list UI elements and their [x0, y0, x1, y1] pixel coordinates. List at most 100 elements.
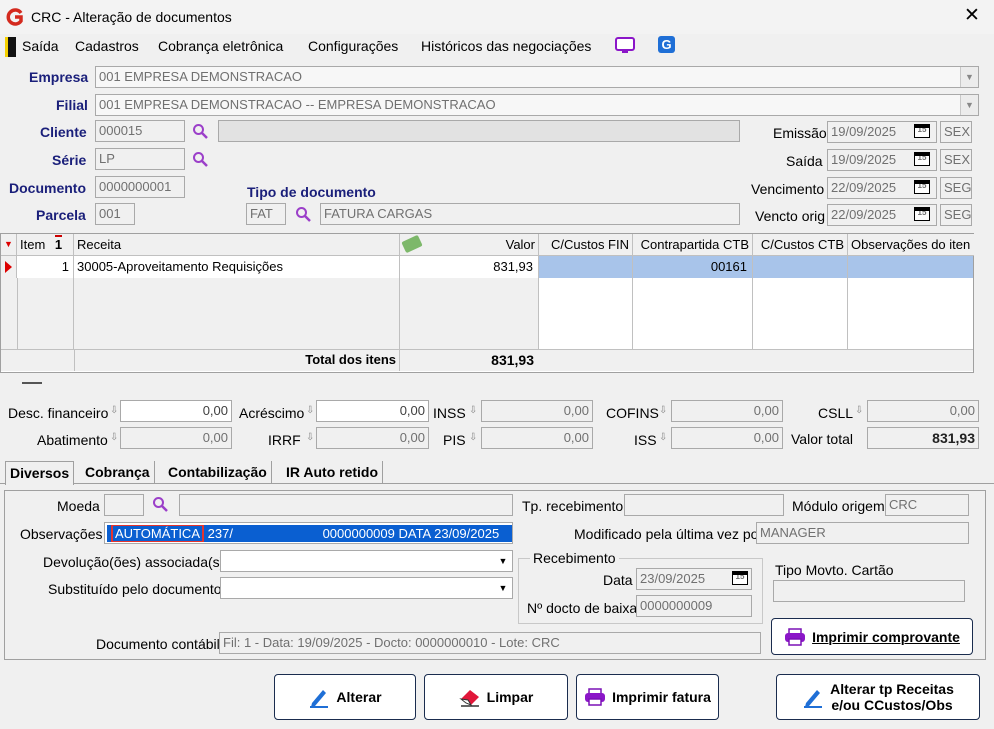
pis-field[interactable]: 0,00: [481, 427, 593, 449]
observacoes-field[interactable]: AUTOMÁTICA 237/ 0000000009 DATA 23/09/20…: [104, 522, 513, 544]
chevron-down-icon[interactable]: ▼: [960, 67, 978, 87]
limpar-button[interactable]: Limpar: [424, 674, 568, 720]
tipo-desc-field[interactable]: FATURA CARGAS: [320, 203, 740, 225]
acrescimo-field[interactable]: 0,00: [316, 400, 429, 422]
tab-contabilizacao[interactable]: Contabilização: [164, 461, 272, 483]
total-items-label: Total dos itens: [305, 352, 396, 367]
info-down-icon: ⇩: [469, 405, 478, 416]
tipo-cartao-field[interactable]: [773, 580, 965, 602]
tab-ir-auto-retido[interactable]: IR Auto retido: [282, 461, 384, 483]
g-app-icon[interactable]: G: [658, 36, 675, 53]
moeda-desc-field[interactable]: [179, 494, 513, 516]
search-icon[interactable]: [192, 151, 208, 167]
empresa-select[interactable]: 001 EMPRESA DEMONSTRACAO ▼: [95, 66, 979, 88]
col-receita-header[interactable]: Receita: [74, 234, 400, 256]
alterar-tp-receitas-button[interactable]: Alterar tp Receitas e/ou CCustos/Obs: [776, 674, 980, 720]
info-down-icon: ⇩: [659, 405, 668, 416]
grid-empty-area: [1, 278, 539, 349]
iss-field[interactable]: 0,00: [671, 427, 783, 449]
calendar-icon[interactable]: 15: [732, 571, 748, 585]
menu-cadastros[interactable]: Cadastros: [75, 38, 139, 54]
col-obs-header[interactable]: Observações do iten: [848, 234, 974, 256]
search-icon[interactable]: [192, 123, 208, 139]
tab-diversos[interactable]: Diversos: [5, 461, 75, 485]
vencimento-date-field[interactable]: 22/09/2025 15: [827, 177, 937, 199]
table-row[interactable]: 1 30005-Aproveitamento Requisições 831,9…: [1, 256, 973, 278]
calendar-icon[interactable]: 15: [914, 180, 930, 194]
close-icon[interactable]: ✕: [964, 6, 980, 26]
monitor-icon[interactable]: [615, 37, 635, 54]
calendar-icon[interactable]: 15: [914, 152, 930, 166]
moeda-label: Moeda: [57, 498, 100, 514]
filial-select[interactable]: 001 EMPRESA DEMONSTRACAO -- EMPRESA DEMO…: [95, 94, 979, 116]
calendar-icon[interactable]: 15: [914, 207, 930, 221]
tab-cobranca[interactable]: Cobrança: [81, 461, 155, 483]
window-title: CRC - Alteração de documentos: [31, 9, 232, 25]
chevron-down-icon[interactable]: ▼: [494, 551, 512, 571]
modulo-origem-label: Módulo origem: [792, 498, 885, 514]
search-icon[interactable]: [295, 206, 311, 222]
col-cc-ctb-header[interactable]: C/Custos CTB: [753, 234, 848, 256]
documento-field[interactable]: 0000000001: [95, 176, 185, 198]
tipo-code-field[interactable]: FAT: [246, 203, 286, 225]
substituido-select[interactable]: ▼: [220, 577, 513, 599]
tp-recebimento-field[interactable]: [624, 494, 784, 516]
docto-baixa-field: 0000000009: [636, 595, 752, 617]
menu-saida[interactable]: Saída: [22, 38, 59, 54]
parcela-field[interactable]: 001: [95, 203, 135, 225]
empresa-label: Empresa: [29, 69, 89, 85]
moeda-field[interactable]: [104, 494, 144, 516]
alterar-button[interactable]: Alterar: [274, 674, 416, 720]
cofins-field[interactable]: 0,00: [671, 400, 783, 422]
inss-field[interactable]: 0,00: [481, 400, 593, 422]
col-valor-header[interactable]: Valor: [400, 234, 539, 256]
csll-field[interactable]: 0,00: [867, 400, 979, 422]
vencto-orig-date-field[interactable]: 22/09/2025 15: [827, 204, 937, 226]
serie-field[interactable]: LP: [95, 148, 185, 170]
recebimento-label: Recebimento: [530, 550, 619, 566]
scroll-thumb[interactable]: [22, 382, 42, 384]
tab-strip-line: [0, 483, 994, 484]
desc-financeiro-field[interactable]: 0,00: [120, 400, 232, 422]
grid-line: [752, 278, 753, 349]
inss-label: INSS: [433, 405, 466, 421]
chevron-down-icon[interactable]: ▼: [494, 578, 512, 598]
irrf-field[interactable]: 0,00: [316, 427, 429, 449]
imprimir-fatura-button[interactable]: Imprimir fatura: [576, 674, 719, 720]
menu-historicos[interactable]: Históricos das negociações: [421, 38, 591, 54]
cliente-name-field[interactable]: [218, 120, 740, 142]
observacoes-text-1: 237/: [207, 526, 233, 541]
modulo-origem-field: CRC: [885, 494, 969, 516]
devolucao-select[interactable]: ▼: [220, 550, 513, 572]
col-item-header[interactable]: Item 1: [17, 234, 74, 256]
imprimir-comprovante-button[interactable]: Imprimir comprovante: [771, 618, 973, 655]
calendar-icon[interactable]: 15: [914, 124, 930, 138]
saida-date-field[interactable]: 19/09/2025 15: [827, 149, 937, 171]
grid-scrollbar[interactable]: [974, 233, 994, 373]
abatimento-field[interactable]: 0,00: [120, 427, 232, 449]
cell-item: 1: [17, 256, 74, 278]
modificado-field: MANAGER: [756, 522, 969, 544]
col-cc-fin-header[interactable]: C/Custos FIN: [539, 234, 633, 256]
pencil-icon: [804, 690, 823, 708]
valor-total-label: Valor total: [791, 431, 853, 447]
search-icon[interactable]: [152, 496, 168, 512]
observacoes-selection: AUTOMÁTICA 237/ 0000000009 DATA 23/09/20…: [107, 525, 512, 542]
emissao-date-field[interactable]: 19/09/2025 15: [827, 121, 937, 143]
grid-line: [399, 278, 400, 349]
vencimento-label: Vencimento: [751, 181, 825, 197]
grid-h-scrollbar[interactable]: [0, 373, 994, 393]
col-contrapartida-header[interactable]: Contrapartida CTB: [633, 234, 753, 256]
menu-configuracoes[interactable]: Configurações: [308, 38, 398, 54]
data-receb-field[interactable]: 23/09/2025 15: [636, 568, 752, 590]
imprimir-fatura-label: Imprimir fatura: [612, 689, 711, 705]
title-bar: CRC - Alteração de documentos ✕: [0, 0, 994, 34]
money-icon: [401, 234, 423, 254]
saida-day: SEX: [940, 149, 972, 171]
items-grid[interactable]: ▼ Item 1 Receita Valor C/Custos FIN Cont…: [0, 233, 974, 373]
emissao-day: SEX: [940, 121, 972, 143]
menu-cobranca-eletronica[interactable]: Cobrança eletrônica: [158, 38, 283, 54]
chevron-down-icon[interactable]: ▼: [960, 95, 978, 115]
cliente-code-field[interactable]: 000015: [95, 120, 185, 142]
valor-total-field: 831,93: [867, 427, 979, 449]
